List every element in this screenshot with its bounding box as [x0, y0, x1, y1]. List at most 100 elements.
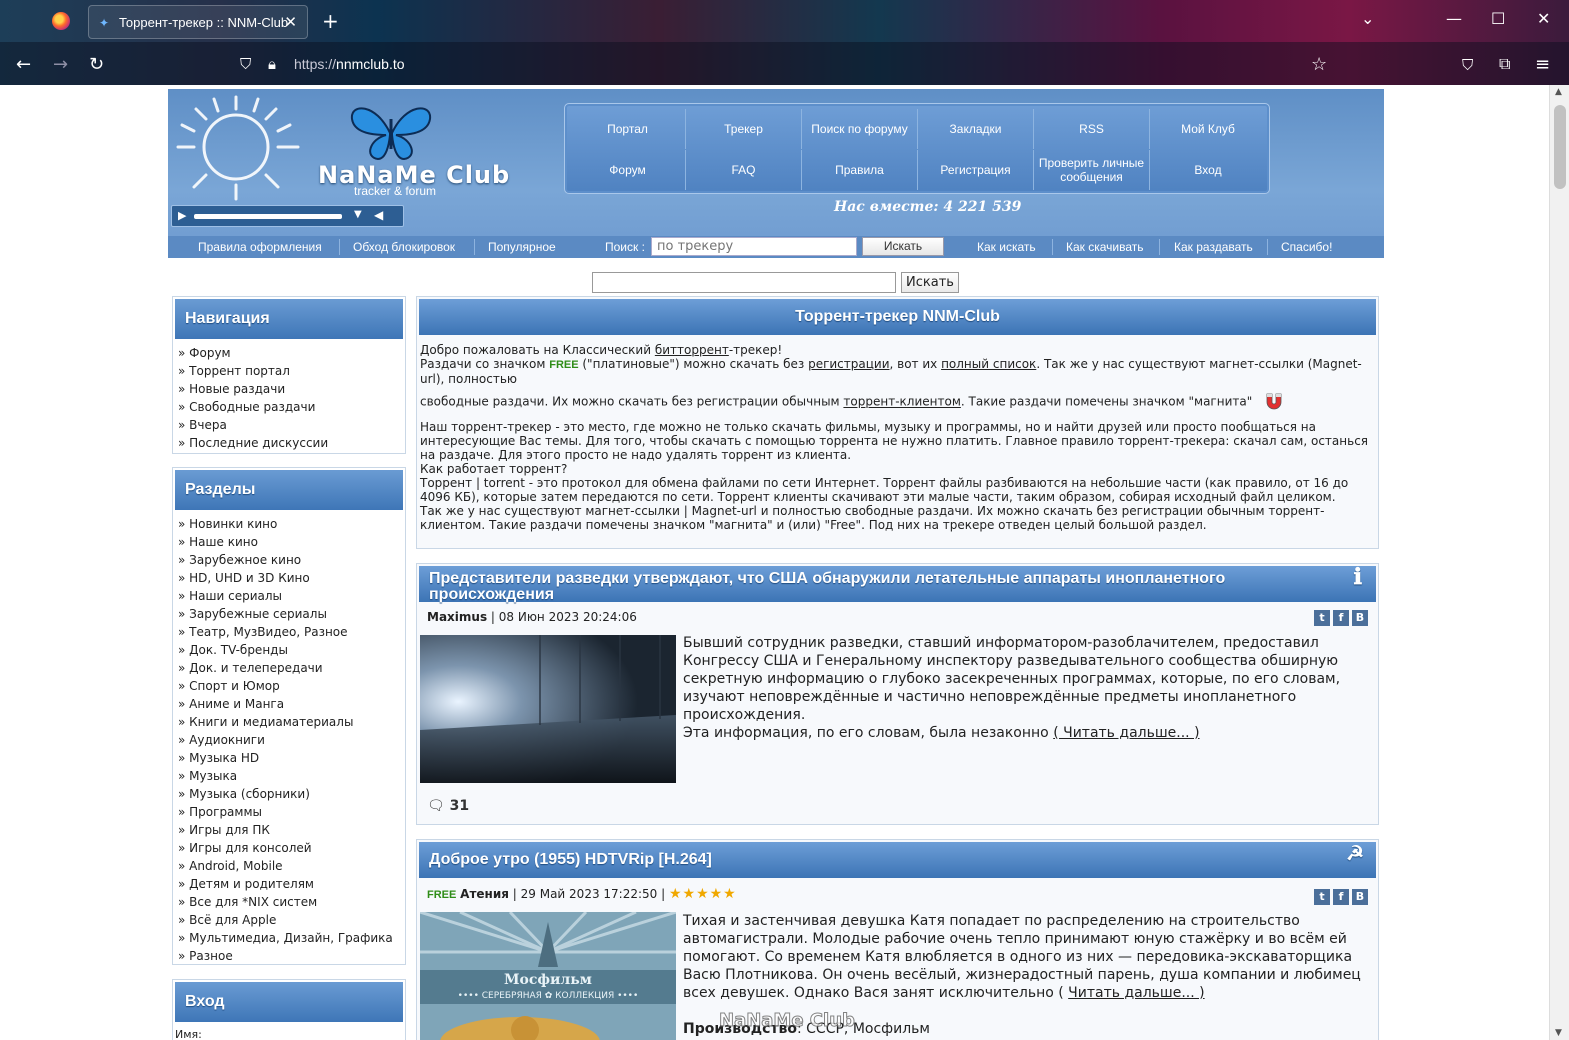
movie-poster[interactable]: Мосфильм •••• СЕРЕБРЯНАЯ ✿ КОЛЛЕКЦИЯ •••…	[420, 912, 676, 1040]
nav-item-new-releases[interactable]: Новые раздачи	[178, 380, 401, 398]
close-tab-icon[interactable]: ✕	[284, 13, 297, 31]
link-thanks[interactable]: Спасибо!	[1281, 240, 1332, 254]
author[interactable]: Атения	[460, 887, 509, 901]
menu-portal[interactable]: Портал	[570, 109, 686, 149]
site-search-input[interactable]	[592, 272, 896, 293]
section-item[interactable]: Игры для консолей	[178, 839, 401, 857]
section-item[interactable]: Мультимедиа, Дизайн, Графика	[178, 929, 401, 947]
news-title[interactable]: Доброе утро (1955) HDTVRip [H.264] ☭	[419, 842, 1376, 878]
tracker-search-button[interactable]: Искать	[862, 237, 944, 256]
read-more-link[interactable]: ( Читать дальше... )	[1053, 725, 1199, 741]
section-item[interactable]: Наши сериалы	[178, 587, 401, 605]
section-item[interactable]: Док. и телепередачи	[178, 659, 401, 677]
menu-login[interactable]: Вход	[1150, 150, 1266, 190]
section-item[interactable]: Новинки кино	[178, 515, 401, 533]
menu-bookmarks[interactable]: Закладки	[918, 109, 1034, 149]
scroll-up-icon[interactable]: ▲	[1555, 87, 1562, 97]
link-how-to-seed[interactable]: Как раздавать	[1174, 240, 1253, 254]
site-search-button[interactable]: Искать	[901, 272, 959, 293]
browser-tab[interactable]: ✦ Торрент-трекер :: NNM-Club ✕	[88, 5, 308, 39]
tab-list-icon[interactable]: ⌄	[1361, 9, 1374, 28]
link-popular[interactable]: Популярное	[488, 240, 556, 254]
comments-count[interactable]: 🗨︎ 31	[427, 798, 469, 814]
nav-item-free-releases[interactable]: Свободные раздачи	[178, 398, 401, 416]
page-scrollbar[interactable]: ▲ ▼	[1549, 85, 1569, 1040]
section-item[interactable]: Наше кино	[178, 533, 401, 551]
window-close-icon[interactable]: ✕	[1537, 9, 1550, 28]
minimize-icon[interactable]: —	[1446, 9, 1462, 28]
section-item[interactable]: Аниме и Манга	[178, 695, 401, 713]
section-item[interactable]: Аудиокниги	[178, 731, 401, 749]
section-item[interactable]: Всё для Apple	[178, 911, 401, 929]
author[interactable]: Maximus	[427, 610, 487, 624]
volume-icon[interactable]: ◀	[374, 208, 383, 222]
menu-tracker[interactable]: Трекер	[686, 109, 802, 149]
vk-icon[interactable]: B	[1352, 889, 1368, 905]
url-field[interactable]: https://nnmclub.to	[294, 56, 405, 72]
tracker-search-input[interactable]	[651, 237, 857, 256]
nav-item-latest-discussions[interactable]: Последние дискуссии	[178, 434, 401, 452]
section-item[interactable]: Детям и родителям	[178, 875, 401, 893]
link-how-to-search[interactable]: Как искать	[977, 240, 1036, 254]
reload-icon[interactable]: ↻	[89, 54, 104, 75]
forward-icon[interactable]: →	[53, 54, 68, 75]
vk-icon[interactable]: B	[1352, 610, 1368, 626]
link-how-to-download[interactable]: Как скачивать	[1066, 240, 1144, 254]
menu-rules[interactable]: Правила	[802, 150, 918, 190]
play-icon[interactable]: ▶	[178, 209, 186, 222]
link-posting-rules[interactable]: Правила оформления	[198, 240, 322, 254]
section-item[interactable]: Все для *NIX систем	[178, 893, 401, 911]
section-item[interactable]: Музыка (сборники)	[178, 785, 401, 803]
section-item[interactable]: Игры для ПК	[178, 821, 401, 839]
twitter-icon[interactable]: t	[1314, 610, 1330, 626]
section-item[interactable]: Программы	[178, 803, 401, 821]
nav-item-torrent-portal[interactable]: Торрент портал	[178, 362, 401, 380]
player-dropdown-icon[interactable]: ▼	[354, 209, 362, 220]
section-item[interactable]: Книги и медиаматериалы	[178, 713, 401, 731]
menu-forum-search[interactable]: Поиск по форуму	[802, 109, 918, 149]
facebook-icon[interactable]: f	[1333, 610, 1349, 626]
section-item[interactable]: HD, UHD и 3D Кино	[178, 569, 401, 587]
section-item[interactable]: Разное	[178, 947, 401, 965]
news-thumbnail[interactable]	[420, 635, 676, 783]
section-item[interactable]: Спорт и Юмор	[178, 677, 401, 695]
nav-item-yesterday[interactable]: Вчера	[178, 416, 401, 434]
menu-forum[interactable]: Форум	[570, 150, 686, 190]
menu-faq[interactable]: FAQ	[686, 150, 802, 190]
menu-icon[interactable]: ≡	[1535, 54, 1550, 75]
read-more-link[interactable]: Читать дальше... )	[1068, 985, 1204, 1001]
scroll-down-icon[interactable]: ▼	[1555, 1028, 1562, 1038]
news-title[interactable]: Представители разведки утверждают, что С…	[419, 566, 1376, 603]
section-item[interactable]: Зарубежные сериалы	[178, 605, 401, 623]
menu-register[interactable]: Регистрация	[918, 150, 1034, 190]
welcome-block: Торрент-трекер NNM-Club Добро пожаловать…	[416, 296, 1379, 549]
link-registration[interactable]: регистрации	[808, 357, 889, 371]
section-item[interactable]: Док. TV-бренды	[178, 641, 401, 659]
section-item[interactable]: Музыка	[178, 767, 401, 785]
facebook-icon[interactable]: f	[1333, 889, 1349, 905]
maximize-icon[interactable]: ☐	[1491, 9, 1505, 28]
menu-my-club[interactable]: Мой Клуб	[1150, 109, 1266, 149]
firefox-icon[interactable]	[52, 12, 70, 30]
pocket-icon[interactable]: ⛉	[1462, 56, 1473, 74]
back-icon[interactable]: ←	[16, 54, 31, 75]
section-item[interactable]: Android, Mobile	[178, 857, 401, 875]
menu-rss[interactable]: RSS	[1034, 109, 1150, 149]
twitter-icon[interactable]: t	[1314, 889, 1330, 905]
scrollbar-thumb[interactable]	[1554, 105, 1566, 189]
shield-icon[interactable]: ⛉	[240, 55, 251, 73]
new-tab-icon[interactable]: +	[322, 9, 339, 33]
menu-check-messages[interactable]: Проверить личные сообщения	[1034, 150, 1150, 190]
player-progress-bar[interactable]	[194, 214, 342, 219]
section-item[interactable]: Музыка HD	[178, 749, 401, 767]
bookmark-star-icon[interactable]: ☆	[1311, 54, 1327, 75]
nav-item-forum[interactable]: Форум	[178, 344, 401, 362]
section-item[interactable]: Театр, МузВидео, Разное	[178, 623, 401, 641]
link-full-list[interactable]: полный список	[941, 357, 1036, 371]
link-torrent-client[interactable]: торрент-клиентом	[843, 395, 960, 409]
link-bittorrent[interactable]: битторрент	[655, 343, 729, 357]
lock-icon[interactable]: 🔒︎	[268, 55, 276, 73]
link-bypass-blocking[interactable]: Обход блокировок	[353, 240, 455, 254]
extensions-icon[interactable]: ⧉	[1499, 54, 1510, 74]
section-item[interactable]: Зарубежное кино	[178, 551, 401, 569]
